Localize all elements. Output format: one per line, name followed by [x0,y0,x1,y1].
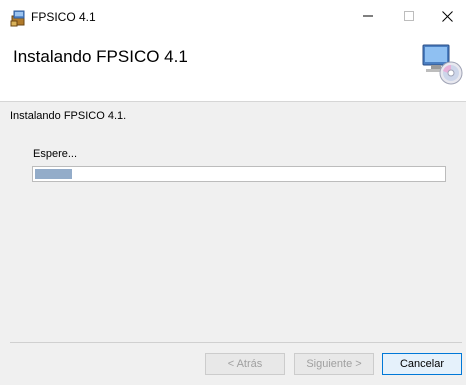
computer-cd-icon [421,41,463,89]
footer-bar: < Atrás Siguiente > Cancelar [0,334,466,385]
minimize-icon [363,11,373,24]
maximize-icon [404,11,414,24]
maximize-button[interactable] [386,0,432,35]
install-status-text: Instalando FPSICO 4.1. [10,110,127,122]
close-button[interactable] [428,0,466,35]
installer-header: Instalando FPSICO 4.1 [0,35,466,102]
next-button[interactable]: Siguiente > [294,353,374,375]
progress-fill [35,169,72,179]
minimize-button[interactable] [345,0,391,35]
close-icon [441,10,453,25]
main-panel: Instalando FPSICO 4.1. Espere... [0,102,466,334]
window-title: FPSICO 4.1 [31,10,96,24]
progress-bar [32,166,446,182]
footer-divider [10,342,462,343]
installer-app-icon [10,9,28,27]
cancel-button[interactable]: Cancelar [382,353,462,375]
page-title: Instalando FPSICO 4.1 [13,47,188,66]
title-bar[interactable]: FPSICO 4.1 [0,0,466,35]
wait-label: Espere... [33,148,78,160]
back-button[interactable]: < Atrás [205,353,285,375]
